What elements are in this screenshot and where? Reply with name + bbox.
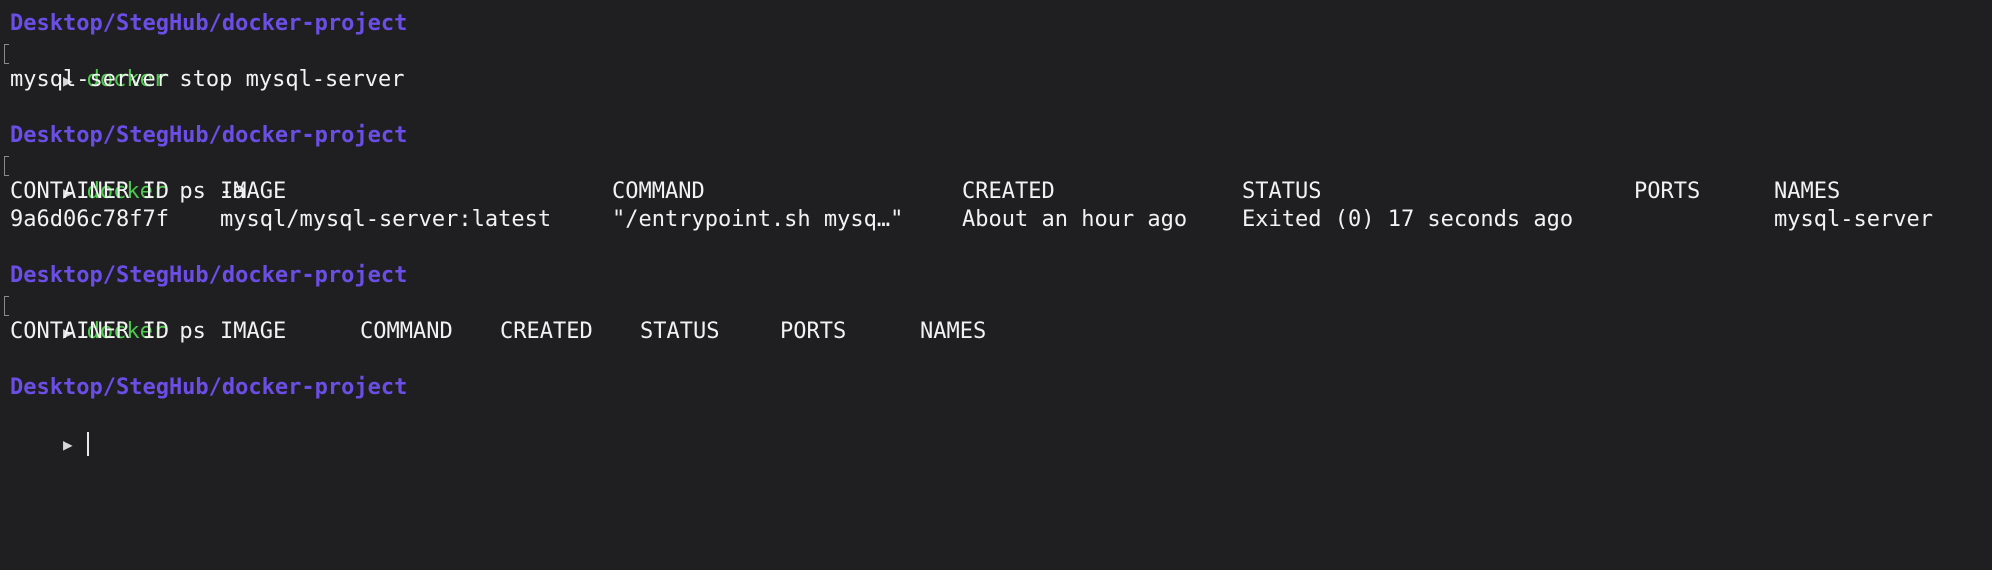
prompt-path: Desktop/StegHub/docker-project xyxy=(10,263,408,288)
table-row: 9a6d06c78f7f mysql/mysql-server:latest "… xyxy=(10,206,1970,234)
prompt-line: ▶ docker stop mysql-server xyxy=(4,38,405,92)
header-command: COMMAND xyxy=(360,319,453,344)
header-ports: PORTS xyxy=(1634,179,1701,204)
cell-names: mysql-server xyxy=(1774,207,1933,232)
header-names: NAMES xyxy=(1774,179,1841,204)
header-status: STATUS xyxy=(1242,179,1322,204)
header-command: COMMAND xyxy=(612,179,705,204)
table-header-row: CONTAINER ID IMAGE COMMAND CREATED STATU… xyxy=(10,178,1970,206)
prompt-arrow-icon: ▶ xyxy=(62,435,73,454)
header-image: IMAGE xyxy=(220,179,287,204)
cell-status: Exited (0) 17 seconds ago xyxy=(1242,207,1574,232)
header-created: CREATED xyxy=(500,319,593,344)
prompt-bracket-icon xyxy=(4,296,9,316)
text-cursor[interactable] xyxy=(86,432,89,456)
header-ports: PORTS xyxy=(780,319,847,344)
table-header-row: CONTAINER ID IMAGE COMMAND CREATED STATU… xyxy=(10,318,1010,346)
prompt-path: Desktop/StegHub/docker-project xyxy=(10,11,408,36)
prompt-line[interactable]: ▶ xyxy=(10,402,89,456)
prompt-line: ▶ docker ps -a xyxy=(4,150,246,204)
header-container-id: CONTAINER ID xyxy=(10,319,169,344)
command-args: stop mysql-server xyxy=(179,67,405,92)
prompt-bracket-icon xyxy=(4,44,9,64)
command-output: mysql-server xyxy=(10,67,169,92)
prompt-path: Desktop/StegHub/docker-project xyxy=(10,375,408,400)
cell-container-id: 9a6d06c78f7f xyxy=(10,207,169,232)
terminal-window[interactable]: Desktop/StegHub/docker-project ▶ docker s… xyxy=(0,0,1992,456)
header-status: STATUS xyxy=(640,319,720,344)
header-created: CREATED xyxy=(962,179,1055,204)
prompt-bracket-icon xyxy=(4,156,9,176)
prompt-path: Desktop/StegHub/docker-project xyxy=(10,123,408,148)
cell-command: "/entrypoint.sh mysq…" xyxy=(612,207,904,232)
header-container-id: CONTAINER ID xyxy=(10,179,169,204)
header-names: NAMES xyxy=(920,319,987,344)
prompt-line: ▶ docker ps xyxy=(4,290,206,344)
cell-created: About an hour ago xyxy=(962,207,1188,232)
cell-image: mysql/mysql-server:latest xyxy=(220,207,552,232)
header-image: IMAGE xyxy=(220,319,287,344)
